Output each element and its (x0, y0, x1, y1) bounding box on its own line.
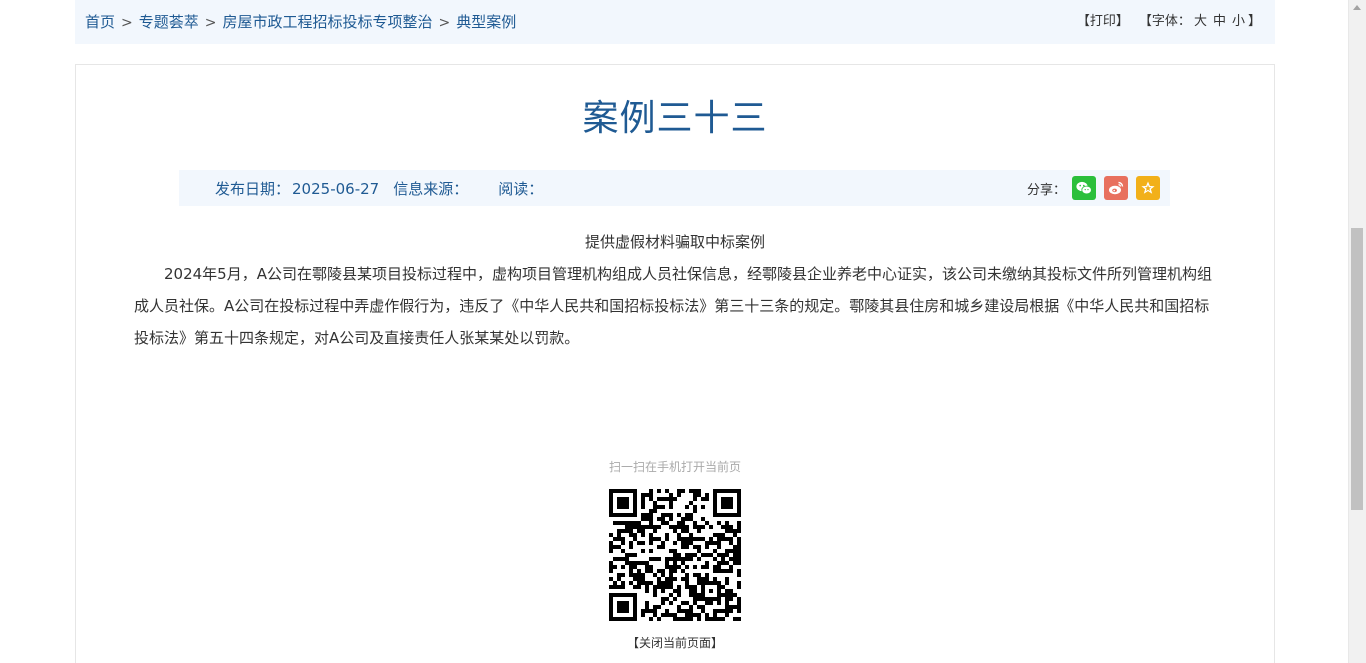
font-size-suffix: 】 (1247, 14, 1261, 29)
print-button[interactable]: 【打印】 (1077, 14, 1129, 29)
wechat-icon (1076, 181, 1092, 195)
breadcrumb-separator: > (438, 15, 451, 31)
publish-date-label: 发布日期： (215, 180, 291, 198)
font-size-large-button[interactable]: 大 (1194, 14, 1207, 29)
scroll-up-arrow-icon[interactable] (1353, 5, 1361, 10)
read-count-label: 阅读： (498, 180, 544, 198)
scrollbar-thumb[interactable] (1351, 228, 1363, 510)
vertical-scrollbar[interactable] (1348, 0, 1366, 663)
article-title: 案例三十三 (582, 98, 768, 139)
qr-tip: 扫一扫在手机打开当前页 (608, 460, 741, 474)
close-page-link[interactable]: 【关闭当前页面】 (76, 635, 1274, 651)
breadcrumb-home-link[interactable]: 首页 (85, 13, 115, 31)
font-size-prefix: 【字体： (1138, 14, 1191, 29)
article-meta-bar: 发布日期： 2025-06-27 信息来源： 阅读： 分享： (179, 170, 1170, 206)
font-size-small-button[interactable]: 小 (1232, 14, 1245, 29)
breadcrumb-separator: > (121, 15, 133, 31)
article-paragraph: 2024年5月，A公司在鄠陵县某项目投标过程中，虚构项目管理机构组成人员社保信息… (134, 265, 1212, 347)
font-size-medium-button[interactable]: 中 (1213, 14, 1226, 29)
page-tools: 【打印】 【字体：大中小】 (1077, 13, 1261, 31)
qr-section: 扫一扫在手机打开当前页 【关闭当前页面】 (76, 459, 1274, 651)
publish-date-value: 2025-06-27 (292, 180, 380, 198)
favorite-share-button[interactable] (1136, 176, 1160, 200)
wechat-share-button[interactable] (1072, 176, 1096, 200)
article-subtitle: 提供虚假材料骗取中标案例 (584, 233, 765, 251)
page: 首页 > 专题荟萃 > 房屋市政工程招标投标专项整治 > 典型案例 【打印】 【字体：大中小】… (0, 0, 1366, 663)
favorite-star-icon (1141, 181, 1155, 194)
weibo-icon (1109, 181, 1124, 195)
article-meta: 发布日期： 2025-06-27 信息来源： 阅读： (215, 179, 545, 199)
breadcrumb-bar: 首页 > 专题荟萃 > 房屋市政工程招标投标专项整治 > 典型案例 【打印】 【字体：大中小】 (75, 0, 1275, 44)
breadcrumb-typical-cases-link[interactable]: 典型案例 (456, 13, 516, 31)
share-label: 分享： (1026, 182, 1066, 198)
weibo-share-button[interactable] (1104, 176, 1128, 200)
breadcrumb-separator: > (204, 15, 217, 31)
article-body: 提供虚假材料骗取中标案例 2024年5月，A公司在鄠陵县某项目投标过程中，虚构项… (134, 230, 1216, 354)
breadcrumb: 首页 > 专题荟萃 > 房屋市政工程招标投标专项整治 > 典型案例 (85, 12, 516, 33)
qr-code-image (609, 489, 741, 621)
source-label: 信息来源： (393, 180, 469, 198)
article-container: 案例三十三 发布日期： 2025-06-27 信息来源： 阅读： 分享： 提供虚假材料… (75, 64, 1275, 663)
share-bar: 分享： (1027, 176, 1170, 200)
breadcrumb-topics-link[interactable]: 专题荟萃 (139, 13, 199, 31)
breadcrumb-special-campaign-link[interactable]: 房屋市政工程招标投标专项整治 (223, 13, 433, 31)
